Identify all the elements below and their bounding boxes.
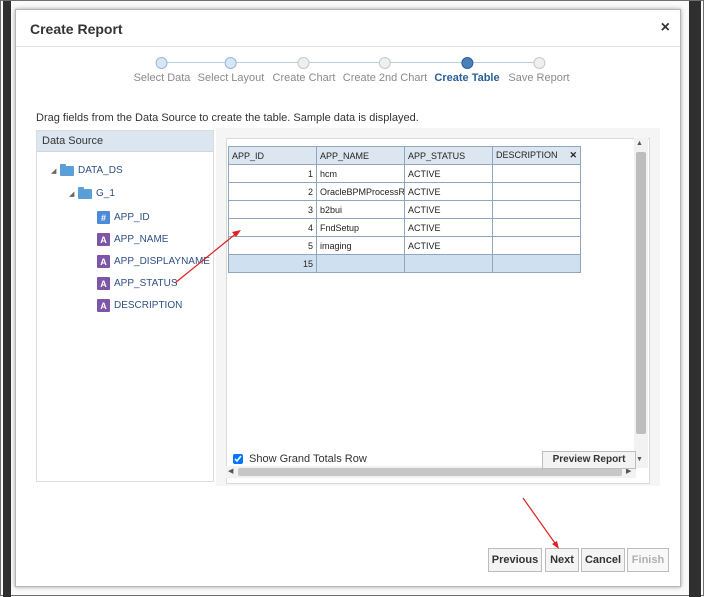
screenshot-frame: Create Report × Select Data Select Layou… <box>0 0 704 597</box>
annotation-overlay <box>174 230 559 549</box>
annotation-arrow-next <box>522 497 558 547</box>
annotation-arrowhead <box>552 541 559 549</box>
annotation-arrow-drag <box>174 231 239 284</box>
